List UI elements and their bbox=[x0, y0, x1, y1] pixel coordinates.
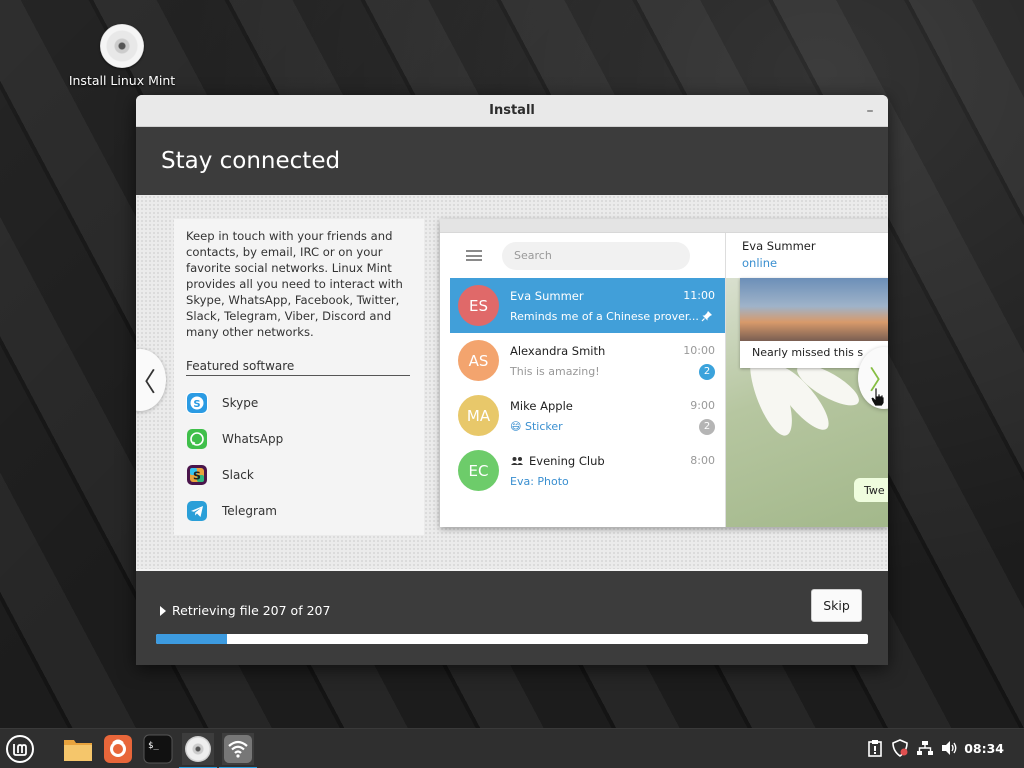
contact-status: online bbox=[742, 256, 778, 270]
network-manager-icon[interactable] bbox=[219, 733, 257, 768]
avatar: ES bbox=[458, 285, 499, 326]
mock-chat-row: AS Alexandra Smith 10:00 This is amazing… bbox=[450, 333, 725, 388]
chat-message: Eva: Photo bbox=[510, 475, 569, 488]
desktop-icon-install-linux-mint[interactable]: Install Linux Mint bbox=[66, 24, 178, 94]
software-label: WhatsApp bbox=[222, 432, 284, 446]
progress-section: Retrieving file 207 of 207 Skip bbox=[136, 571, 888, 665]
software-label: Telegram bbox=[222, 504, 277, 518]
software-label: Slack bbox=[222, 468, 254, 482]
hand-cursor-icon bbox=[870, 387, 885, 407]
chat-time: 10:00 bbox=[683, 344, 715, 357]
mock-titlebar bbox=[440, 219, 888, 233]
sunset-photo bbox=[740, 278, 888, 341]
mock-search-row: Search bbox=[450, 233, 725, 278]
minimize-button[interactable]: – bbox=[860, 101, 880, 121]
chat-time: 9:00 bbox=[690, 399, 715, 412]
slide-text-panel: Keep in touch with your friends and cont… bbox=[174, 219, 424, 535]
installer-disc-icon[interactable] bbox=[179, 733, 217, 768]
conversation-background: Nearly missed this s Twe bbox=[726, 278, 888, 527]
slide-description: Keep in touch with your friends and cont… bbox=[186, 229, 403, 339]
featured-software-heading: Featured software bbox=[186, 359, 410, 376]
disc-icon bbox=[100, 24, 144, 68]
avatar: MA bbox=[458, 395, 499, 436]
network-icon[interactable] bbox=[916, 739, 934, 757]
chat-time: 11:00 bbox=[683, 289, 715, 302]
chat-message: Reminds me of a Chinese prover... bbox=[510, 310, 699, 323]
progress-status-text: Retrieving file 207 of 207 bbox=[172, 603, 331, 618]
svg-text:S: S bbox=[193, 399, 200, 410]
chat-name: Alexandra Smith bbox=[510, 344, 606, 358]
mock-chat-list: Search ES Eva Summer 11:00 Reminds me of… bbox=[450, 233, 726, 527]
progress-bar-fill bbox=[156, 634, 228, 644]
files-icon[interactable] bbox=[62, 733, 94, 765]
photo-caption: Nearly missed this s bbox=[752, 346, 864, 359]
chat-message: This is amazing! bbox=[510, 365, 600, 378]
page-header: Stay connected bbox=[136, 127, 888, 195]
page-title: Stay connected bbox=[161, 148, 341, 174]
avatar: EC bbox=[458, 450, 499, 491]
expander-triangle-icon bbox=[160, 605, 166, 616]
volume-icon[interactable] bbox=[941, 739, 959, 757]
whatsapp-icon bbox=[186, 428, 208, 450]
mock-chat-row: MA Mike Apple 9:00 😄 Sticker 2 bbox=[450, 388, 725, 443]
unread-badge: 2 bbox=[699, 364, 715, 380]
software-item-telegram: Telegram bbox=[186, 493, 410, 529]
window-titlebar[interactable]: Install – bbox=[136, 95, 888, 127]
terminal-icon[interactable]: $_ bbox=[142, 733, 174, 765]
message-bubble: Twe bbox=[854, 478, 888, 502]
clock[interactable]: 08:34 bbox=[964, 741, 1004, 756]
software-item-skype: S Skype bbox=[186, 385, 410, 421]
group-icon bbox=[511, 457, 523, 465]
chevron-left-icon: 〈 bbox=[136, 362, 156, 399]
software-label: Skype bbox=[222, 396, 259, 410]
chat-name: Evening Club bbox=[510, 454, 605, 468]
progress-bar bbox=[156, 634, 868, 644]
hamburger-menu-icon bbox=[466, 250, 482, 261]
avatar: AS bbox=[458, 340, 499, 381]
skip-button[interactable]: Skip bbox=[811, 589, 862, 622]
mock-search-field: Search bbox=[502, 241, 690, 270]
pin-icon bbox=[701, 310, 713, 325]
chat-name: Eva Summer bbox=[510, 289, 584, 303]
firefox-icon[interactable] bbox=[102, 733, 134, 765]
conversation-header: Eva Summer online bbox=[726, 233, 888, 278]
svg-text:S: S bbox=[193, 470, 201, 483]
installer-window: Install – Stay connected Keep in touch w… bbox=[136, 95, 888, 665]
contact-name: Eva Summer bbox=[742, 239, 816, 253]
chat-message: 😄 Sticker bbox=[510, 420, 563, 433]
shield-icon[interactable] bbox=[891, 739, 909, 757]
skype-icon: S bbox=[186, 392, 208, 414]
software-item-whatsapp: WhatsApp bbox=[186, 421, 410, 457]
mock-chat-row: EC Evening Club 8:00 Eva: Photo bbox=[450, 443, 725, 498]
taskbar: $_ 08:34 bbox=[0, 728, 1024, 768]
mock-chat-row: ES Eva Summer 11:00 Reminds me of a Chin… bbox=[450, 278, 725, 333]
unread-badge: 2 bbox=[699, 419, 715, 435]
chat-time: 8:00 bbox=[690, 454, 715, 467]
menu-icon[interactable] bbox=[4, 733, 36, 765]
telegram-screenshot: Search ES Eva Summer 11:00 Reminds me of… bbox=[440, 219, 888, 527]
slack-icon: S bbox=[186, 464, 208, 486]
software-item-slack: S Slack bbox=[186, 457, 410, 493]
chat-name: Mike Apple bbox=[510, 399, 573, 413]
window-title: Install bbox=[489, 103, 535, 118]
clipboard-icon[interactable] bbox=[866, 739, 884, 757]
featured-software-list: S Skype WhatsApp S Slack Telegram bbox=[186, 385, 410, 529]
telegram-icon bbox=[186, 500, 208, 522]
desktop-icon-label: Install Linux Mint bbox=[68, 73, 176, 88]
svg-text:$_: $_ bbox=[148, 741, 159, 751]
chat-name-text: Evening Club bbox=[529, 454, 605, 468]
slideshow: Keep in touch with your friends and cont… bbox=[136, 195, 888, 569]
progress-details-toggle[interactable]: Retrieving file 207 of 207 bbox=[160, 603, 330, 618]
previous-slide-button[interactable]: 〈 bbox=[136, 349, 166, 411]
